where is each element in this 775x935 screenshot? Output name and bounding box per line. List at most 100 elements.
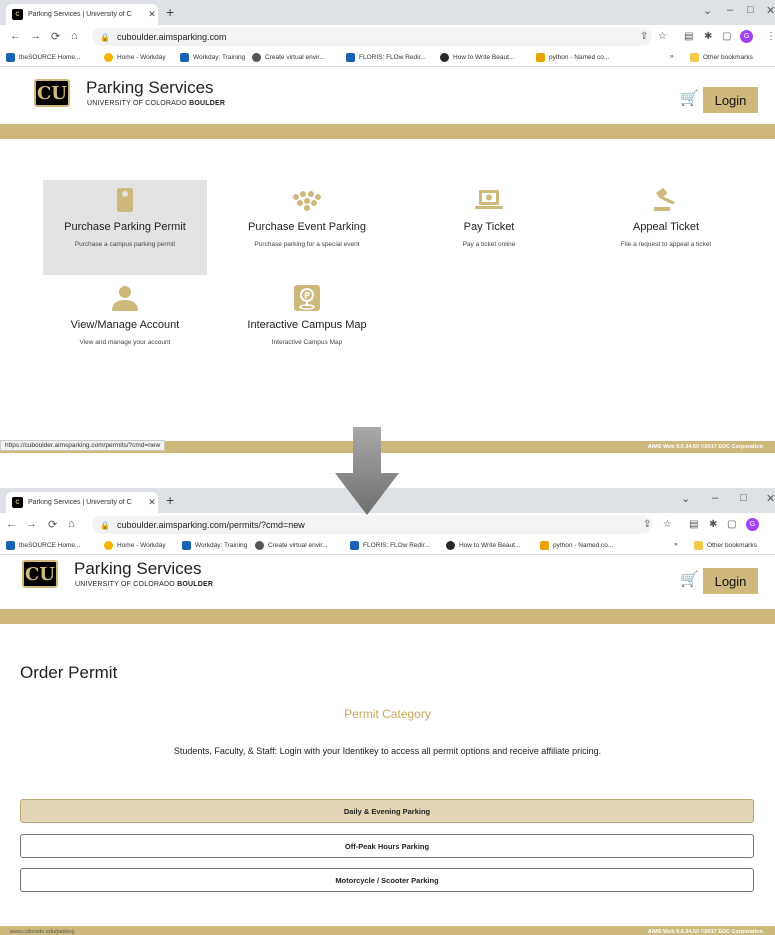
workday-icon xyxy=(104,541,113,550)
browser-tab[interactable]: C Parking Services | University of C ✕ xyxy=(6,492,158,513)
bookmark-item[interactable]: Workday: Training xyxy=(180,53,245,62)
bookmark-item[interactable]: FLORIS: FLOw Redir... xyxy=(350,541,430,550)
bookmark-item[interactable]: Create virtual envir... xyxy=(252,53,325,62)
address-bar[interactable]: 🔒 cuboulder.aimsparking.com xyxy=(92,28,652,46)
forward-icon[interactable]: → xyxy=(26,518,37,530)
new-tab-button[interactable]: + xyxy=(166,492,174,508)
site-footer: www.colorado.edu/parking AIMS Web 9.0.34… xyxy=(0,926,775,935)
profile-avatar[interactable]: G xyxy=(740,30,753,43)
maximize-icon[interactable]: □ xyxy=(740,492,747,504)
login-button[interactable]: Login xyxy=(703,87,758,113)
address-bar[interactable]: 🔒 cuboulder.aimsparking.com/permits/?cmd… xyxy=(92,516,652,534)
footer-copyright: AIMS Web 9.0.34.50 ©2017 EDC Corporation xyxy=(647,929,763,935)
workday-training-icon xyxy=(180,53,189,62)
reload-icon[interactable]: ⟳ xyxy=(51,30,60,43)
bookmarks-more[interactable]: » xyxy=(670,53,674,60)
tab-search-chevron-icon[interactable]: ⌄ xyxy=(703,4,712,17)
bookmark-item[interactable]: Home - Workday xyxy=(104,53,166,62)
star-icon[interactable]: ☆ xyxy=(658,31,667,42)
new-tab-button[interactable]: + xyxy=(166,4,174,20)
login-button[interactable]: Login xyxy=(703,568,758,594)
forward-icon[interactable]: → xyxy=(30,30,41,42)
login-note: Students, Faculty, & Staff: Login with y… xyxy=(173,746,602,756)
bookmark-item[interactable]: Workday: Training xyxy=(182,541,247,550)
bookmark-item[interactable]: python - Named co... xyxy=(536,53,609,62)
lock-icon: 🔒 xyxy=(100,32,110,42)
tile-title: Pay Ticket xyxy=(463,221,515,233)
side-panel-icon[interactable]: ▢ xyxy=(727,519,736,530)
back-icon[interactable]: ← xyxy=(10,30,21,42)
tile-purchase-parking-permit[interactable]: Purchase Parking Permit Purchase a campu… xyxy=(43,180,207,275)
share-icon[interactable]: ⇪ xyxy=(643,519,651,530)
user-icon xyxy=(43,284,207,312)
map-pin-icon: P xyxy=(225,284,389,312)
option-motorcycle-scooter-parking[interactable]: Motorcycle / Scooter Parking xyxy=(20,868,754,892)
python-icon xyxy=(540,541,549,550)
other-bookmarks[interactable]: Other bookmarks xyxy=(690,53,753,62)
home-icon[interactable]: ⌂ xyxy=(68,518,75,530)
tile-subtitle: Purchase parking for a special event xyxy=(254,241,360,248)
permit-category-title: Permit Category xyxy=(344,707,431,721)
bookmark-item[interactable]: How to Write Beaut... xyxy=(446,541,520,550)
tile-title: Interactive Campus Map xyxy=(247,319,367,331)
tile-subtitle: File a request to appeal a ticket xyxy=(620,241,712,248)
reader-icon[interactable]: ▤ xyxy=(684,31,693,42)
tile-appeal-ticket[interactable]: Appeal Ticket File a request to appeal a… xyxy=(584,180,748,275)
tile-interactive-campus-map[interactable]: P Interactive Campus Map Interactive Cam… xyxy=(225,278,389,373)
screenshot-after: C Parking Services | University of C ✕ +… xyxy=(0,488,775,935)
share-icon[interactable]: ⇪ xyxy=(640,31,648,42)
floris-icon xyxy=(350,541,359,550)
tile-title: View/Manage Account xyxy=(70,319,180,331)
workday-training-icon xyxy=(182,541,191,550)
close-window-icon[interactable]: ✕ xyxy=(766,492,775,505)
bookmark-item[interactable]: theSOURCE Home... xyxy=(6,53,80,62)
bookmarks-more[interactable]: » xyxy=(674,541,678,548)
browser-tab[interactable]: C Parking Services | University of C ✕ xyxy=(6,4,158,25)
other-bookmarks[interactable]: Other bookmarks xyxy=(694,541,757,550)
tile-view-manage-account[interactable]: View/Manage Account View and manage your… xyxy=(43,278,207,373)
site-subtitle: UNIVERSITY OF COLORADO BOULDER xyxy=(87,100,226,107)
star-icon[interactable]: ☆ xyxy=(663,519,672,530)
option-daily-evening-parking[interactable]: Daily & Evening Parking xyxy=(20,799,754,823)
bookmarks-bar: theSOURCE Home... Home - Workday Workday… xyxy=(0,537,775,555)
bookmark-item[interactable]: Create virtual envir... xyxy=(255,541,328,550)
tab-close-icon[interactable]: ✕ xyxy=(146,9,158,20)
cu-favicon-icon: C xyxy=(12,497,23,508)
cu-logo[interactable]: CU xyxy=(34,79,70,107)
option-off-peak-hours-parking[interactable]: Off-Peak Hours Parking xyxy=(20,834,754,858)
cart-icon[interactable]: 🛒 xyxy=(680,570,699,588)
site-title: Parking Services xyxy=(74,559,202,578)
back-icon[interactable]: ← xyxy=(6,518,17,530)
side-panel-icon[interactable]: ▢ xyxy=(722,31,731,42)
bookmark-item[interactable]: FLORIS: FLOw Redir... xyxy=(346,53,426,62)
footer-link[interactable]: www.colorado.edu/parking xyxy=(10,929,75,935)
gavel-icon xyxy=(584,186,748,214)
tab-close-icon[interactable]: ✕ xyxy=(146,497,158,508)
bookmark-item[interactable]: Home - Workday xyxy=(104,541,166,550)
source-icon xyxy=(6,53,15,62)
tile-pay-ticket[interactable]: Pay Ticket Pay a ticket online xyxy=(407,180,571,275)
tile-purchase-event-parking[interactable]: Purchase Event Parking Purchase parking … xyxy=(225,180,389,275)
minimize-icon[interactable]: – xyxy=(727,4,733,16)
menu-kebab-icon[interactable]: ⋮ xyxy=(766,31,775,42)
cu-logo[interactable]: CU xyxy=(22,560,58,588)
reload-icon[interactable]: ⟳ xyxy=(48,518,57,531)
profile-avatar[interactable]: G xyxy=(746,518,759,531)
bookmark-item[interactable]: python - Named co... xyxy=(540,541,613,550)
home-icon[interactable]: ⌂ xyxy=(71,30,78,42)
reader-icon[interactable]: ▤ xyxy=(689,519,698,530)
page-title: Order Permit xyxy=(20,663,118,682)
bookmarks-bar: theSOURCE Home... Home - Workday Workday… xyxy=(0,49,775,67)
extensions-icon[interactable]: ✱ xyxy=(709,519,717,530)
bookmark-item[interactable]: How to Write Beaut... xyxy=(440,53,514,62)
status-bar-url: https://cuboulder.aimsparking.com/permit… xyxy=(0,440,166,451)
maximize-icon[interactable]: □ xyxy=(747,4,754,16)
cart-icon[interactable]: 🛒 xyxy=(680,89,699,107)
bookmark-item[interactable]: theSOURCE Home... xyxy=(6,541,80,550)
close-window-icon[interactable]: ✕ xyxy=(766,4,775,17)
tile-title: Purchase Parking Permit xyxy=(64,221,186,233)
minimize-icon[interactable]: – xyxy=(712,492,718,504)
extensions-icon[interactable]: ✱ xyxy=(704,31,712,42)
python-icon xyxy=(536,53,545,62)
tab-search-chevron-icon[interactable]: ⌄ xyxy=(681,492,690,505)
